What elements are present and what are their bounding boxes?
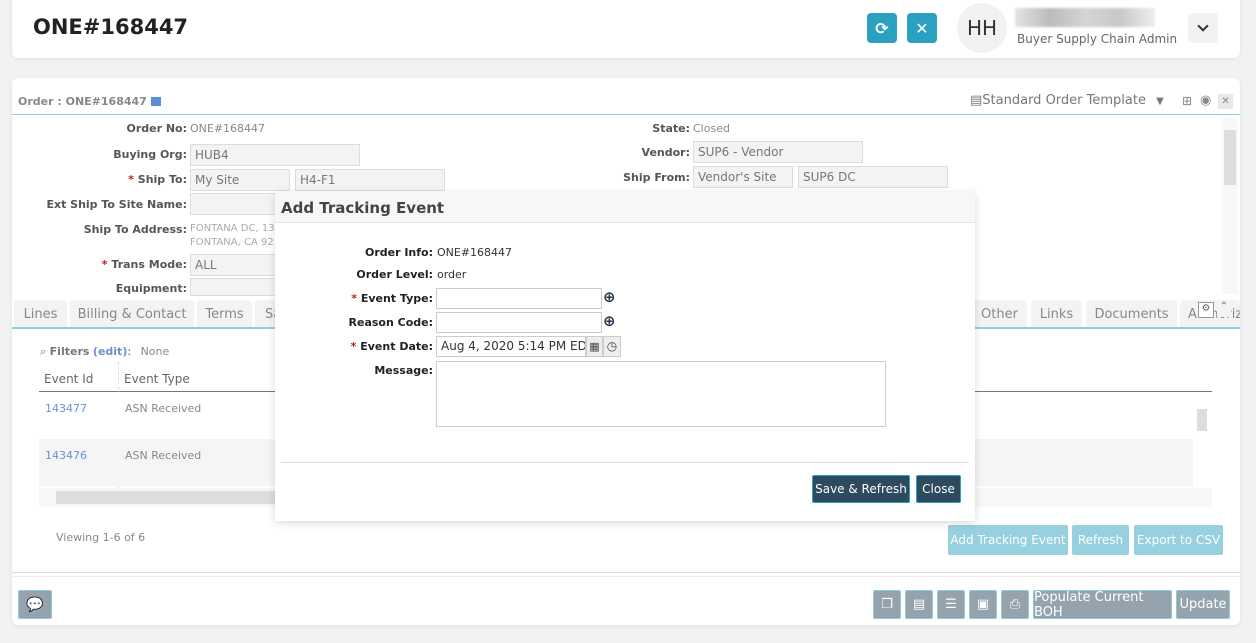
column-header-event-type[interactable]: Event Type	[124, 372, 190, 386]
close-dialog-button[interactable]: Close	[916, 475, 961, 503]
ship-to-site-field[interactable]: My Site	[190, 169, 290, 191]
reason-code-input[interactable]	[436, 312, 602, 333]
ship-address-line1: FONTANA DC, 13	[190, 223, 275, 234]
document-icon: ▤	[970, 93, 983, 108]
order-level-value: order	[437, 268, 467, 281]
dialog-header[interactable]: Add Tracking Event	[275, 192, 975, 223]
vendor-label: Vendor:	[641, 146, 690, 159]
tab-lines[interactable]: Lines	[14, 300, 67, 328]
ship-address-line2: FONTANA, CA 92	[190, 237, 274, 248]
copy-icon: ❐	[881, 597, 893, 612]
add-tracking-event-dialog: Add Tracking Event	[275, 192, 975, 521]
print-icon: ⎙	[1009, 597, 1021, 612]
documents-icon: ▣	[976, 597, 990, 612]
breadcrumb: Order : ONE#168447	[18, 95, 161, 108]
order-level-label: Order Level:	[356, 268, 433, 281]
clock-icon[interactable]: ◷	[603, 336, 621, 357]
viewing-count: Viewing 1-6 of 6	[56, 531, 146, 544]
message-textarea[interactable]	[436, 361, 886, 427]
tab-links[interactable]: Links	[1031, 300, 1082, 328]
schedule-button[interactable]: ☰	[937, 590, 965, 619]
avatar[interactable]: HH	[957, 3, 1007, 53]
tab-billing-contact[interactable]: Billing & Contact	[70, 300, 194, 328]
collapse-icon[interactable]: ⌃	[1217, 301, 1231, 317]
populate-boh-button[interactable]: Populate Current BOH	[1033, 590, 1172, 620]
ship-from-code-field[interactable]: SUP6 DC	[798, 166, 948, 188]
card-icon: ▤	[912, 597, 926, 612]
column-header-event-id[interactable]: Event Id	[44, 372, 93, 386]
update-button[interactable]: Update	[1176, 590, 1230, 619]
page-title: ONE#168447	[33, 15, 189, 39]
export-csv-button[interactable]: Export to CSV	[1134, 525, 1223, 555]
eye-icon[interactable]: ◉	[1200, 93, 1211, 108]
template-selector[interactable]: ▤Standard Order Template ▼	[970, 93, 1164, 108]
header-divider	[12, 114, 1240, 115]
buying-org-label: Buying Org:	[113, 148, 187, 161]
buying-org-field[interactable]: HUB4	[190, 144, 360, 166]
refresh-button[interactable]: ⟳	[867, 13, 897, 43]
vendor-field[interactable]: SUP6 - Vendor	[693, 141, 863, 163]
chat-button[interactable]: 💬	[18, 590, 52, 619]
event-type-cell: ASN Received	[125, 449, 202, 462]
chevron-down-icon	[1197, 20, 1209, 32]
trans-mode-label: * Trans Mode:	[101, 258, 187, 271]
event-id-link[interactable]: 143477	[45, 402, 87, 415]
state-label: State:	[652, 122, 690, 135]
event-type-lookup-icon[interactable]: ⊕	[603, 288, 616, 306]
print-button[interactable]: ⎙	[1001, 590, 1029, 619]
equipment-label: Equipment:	[115, 282, 187, 295]
event-type-input[interactable]	[436, 288, 602, 309]
schedule-list-icon: ☰	[945, 597, 957, 612]
ext-ship-label: Ext Ship To Site Name:	[46, 198, 187, 211]
filters-edit-link[interactable]: (edit)	[93, 345, 127, 358]
documents-button[interactable]: ▣	[969, 590, 997, 619]
close-icon: ✕	[915, 18, 929, 38]
close-order-button[interactable]: ✕	[907, 13, 937, 43]
archive-icon	[150, 97, 161, 106]
event-id-link[interactable]: 143476	[45, 449, 87, 462]
order-info-value: ONE#168447	[437, 246, 513, 259]
order-no-value: ONE#168447	[190, 122, 266, 135]
save-refresh-button[interactable]: Save & Refresh	[812, 475, 910, 503]
form-scrollbar[interactable]	[1222, 118, 1238, 294]
user-name-blurred	[1015, 8, 1155, 27]
tab-other[interactable]: Other	[972, 300, 1027, 328]
ship-to-label: * Ship To:	[128, 173, 187, 186]
hierarchy-icon[interactable]: ⊞	[1182, 94, 1192, 108]
message-label: Message:	[374, 364, 433, 377]
ship-from-label: Ship From:	[623, 171, 690, 184]
refresh-icon: ⟳	[875, 18, 889, 38]
card-button[interactable]: ▤	[905, 590, 933, 619]
event-date-label: * Event Date:	[350, 340, 433, 353]
reason-code-label: Reason Code:	[348, 316, 433, 329]
order-no-label: Order No:	[126, 122, 187, 135]
dialog-divider	[281, 462, 969, 463]
tab-terms[interactable]: Terms	[197, 300, 252, 328]
ship-address-label: Ship To Address:	[83, 223, 187, 236]
user-menu-button[interactable]	[1188, 13, 1218, 43]
search-icon: ⌕	[40, 345, 47, 358]
event-type-label: * Event Type:	[351, 292, 433, 305]
order-info-label: Order Info:	[364, 246, 433, 259]
add-tracking-event-button[interactable]: Add Tracking Event	[948, 525, 1068, 555]
footer-divider	[12, 572, 1240, 577]
refresh-grid-button[interactable]: Refresh	[1072, 525, 1129, 555]
reason-code-lookup-icon[interactable]: ⊕	[603, 312, 616, 330]
event-date-input[interactable]: Aug 4, 2020 5:14 PM EDT	[436, 336, 586, 357]
tab-documents[interactable]: Documents	[1086, 300, 1177, 328]
copy-button[interactable]: ❐	[873, 590, 901, 619]
filters-bar: ⌕ Filters (edit): None	[40, 345, 170, 358]
state-value: Closed	[693, 122, 730, 135]
user-role: Buyer Supply Chain Admin	[1017, 32, 1178, 46]
grid-vertical-scrollbar[interactable]	[1193, 392, 1211, 487]
event-type-cell: ASN Received	[125, 402, 202, 415]
tab-settings-icon[interactable]: ⚙	[1198, 302, 1214, 318]
panel-close-icon[interactable]: ✕	[1218, 94, 1233, 109]
ship-to-code-field[interactable]: H4-F1	[295, 169, 445, 191]
caret-down-icon: ▼	[1156, 96, 1164, 107]
chat-icon: 💬	[26, 596, 44, 613]
calendar-icon[interactable]: ▦	[586, 336, 603, 357]
ship-from-site-field[interactable]: Vendor's Site	[693, 166, 793, 188]
